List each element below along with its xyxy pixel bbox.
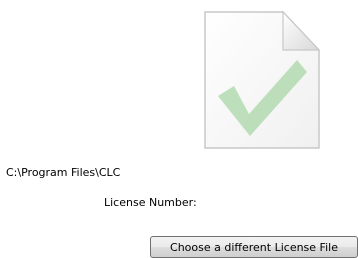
license-number-label: License Number: <box>104 196 197 209</box>
choose-license-file-button[interactable]: Choose a different License File <box>150 236 358 258</box>
license-file-path: C:\Program Files\CLC <box>6 166 121 179</box>
document-checkmark-icon <box>204 10 321 149</box>
